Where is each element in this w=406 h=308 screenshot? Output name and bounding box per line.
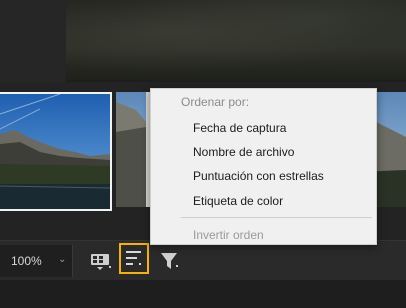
zoom-value: 100% [11, 254, 42, 268]
reverse-order-item: Invertir orden [193, 228, 264, 242]
sort-menu: Ordenar por: Fecha de captura Nombre de … [150, 88, 377, 245]
landscape-thumbnail-image [0, 94, 110, 209]
filter-icon[interactable] [158, 249, 184, 273]
left-panel-edge [0, 0, 66, 82]
filmstrip-toolbar: 100% ⌄ [0, 240, 406, 281]
sort-menu-header: Ordenar por: [181, 95, 250, 109]
sort-button[interactable] [119, 243, 149, 274]
sort-by-star-rating[interactable]: Puntuación con estrellas [193, 169, 324, 183]
filmstrip-thumbnail-selected[interactable] [0, 92, 112, 211]
sort-icon [126, 251, 141, 265]
sort-by-capture-date[interactable]: Fecha de captura [193, 121, 286, 135]
menu-divider [181, 217, 372, 218]
status-strip [0, 280, 406, 308]
chevron-down-icon: ⌄ [58, 254, 67, 265]
main-image-preview [66, 0, 406, 80]
thumbnail-view-icon[interactable] [88, 249, 114, 273]
sort-by-file-name[interactable]: Nombre de archivo [193, 145, 294, 159]
zoom-dropdown[interactable]: 100% ⌄ [0, 245, 73, 277]
sort-by-color-label[interactable]: Etiqueta de color [193, 194, 283, 208]
